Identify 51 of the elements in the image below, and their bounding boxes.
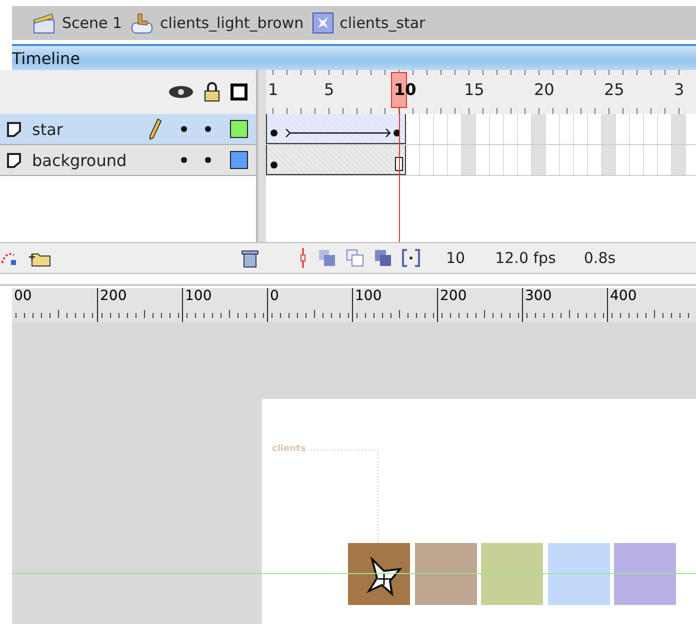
visibility-dot-icon[interactable]: [181, 157, 187, 163]
layer-name: background: [31, 150, 128, 170]
outline-color-swatch[interactable]: [230, 120, 248, 138]
onion-markers-icon[interactable]: [402, 249, 420, 267]
breadcrumb-item[interactable]: Scene 1: [62, 14, 122, 32]
frame-number: 10: [394, 80, 416, 99]
ruler-label: 200: [440, 288, 467, 304]
lock-icon[interactable]: [204, 82, 220, 102]
layer-row[interactable]: background: [0, 145, 256, 176]
pointing-hand-icon: [130, 12, 154, 34]
outline-square-icon[interactable]: [230, 83, 248, 101]
layer-icon: [6, 120, 24, 138]
frame-number: 25: [604, 80, 624, 99]
ruler-label: 00: [14, 288, 32, 304]
trash-icon[interactable]: [240, 248, 260, 268]
clapperboard-icon: [32, 12, 56, 34]
ruler-label: 400: [610, 288, 637, 304]
clients-label: clients: [272, 444, 306, 454]
ruler-label: 300: [525, 288, 552, 304]
edit-multiple-frames-icon[interactable]: [374, 249, 392, 267]
frame-number: 15: [464, 80, 484, 99]
elapsed-time: 0.8s: [584, 249, 616, 267]
visibility-dot-icon[interactable]: [181, 126, 187, 132]
static-frames-span[interactable]: [266, 145, 406, 175]
onion-skin-icon[interactable]: [318, 249, 336, 267]
graphic-symbol-icon: [312, 12, 334, 34]
ruler-label: 100: [185, 288, 212, 304]
center-frame-icon[interactable]: [298, 247, 308, 269]
frame-number: 5: [324, 80, 334, 99]
panel-title-bar[interactable]: Timeline: [12, 44, 696, 70]
keyframe-dot-icon: [270, 161, 278, 169]
eye-icon[interactable]: [168, 85, 194, 99]
ruler-label: 0: [270, 288, 279, 304]
ruler-label: 100: [355, 288, 382, 304]
frame-number: 3: [674, 80, 684, 99]
frame-rate: 12.0 fps: [495, 249, 556, 267]
onion-outline-icon[interactable]: [346, 249, 364, 267]
frame-number: 1: [268, 80, 278, 99]
ruler-label: 200: [100, 288, 127, 304]
layer-icon: [6, 151, 24, 169]
outline-color-swatch[interactable]: [230, 151, 248, 169]
lock-dot-icon[interactable]: [205, 157, 211, 163]
lock-dot-icon[interactable]: [205, 126, 211, 132]
breadcrumb-item[interactable]: clients_light_brown: [160, 14, 304, 32]
current-frame: 10: [446, 249, 466, 267]
breadcrumb-item[interactable]: clients_star: [340, 14, 426, 32]
layer-row[interactable]: star: [0, 114, 256, 145]
frame-number: 20: [534, 80, 554, 99]
tween-arrow-icon: [270, 127, 400, 139]
motion-tween-span[interactable]: [266, 114, 406, 144]
layer-name: star: [31, 120, 64, 138]
